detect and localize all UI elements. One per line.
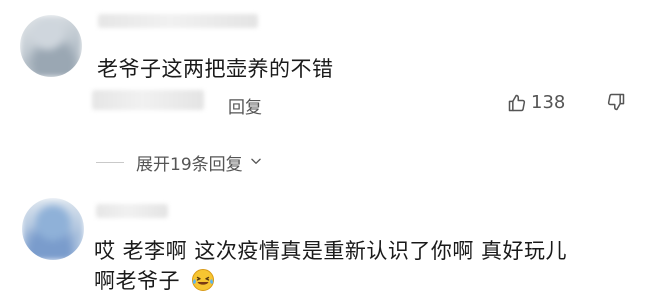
avatar[interactable] — [20, 15, 82, 77]
dislike-button[interactable] — [606, 92, 626, 112]
expand-replies-label: 展开19条回复 — [136, 155, 243, 175]
thumbs-down-icon — [606, 92, 626, 112]
like-count: 138 — [531, 92, 566, 113]
expand-replies-button[interactable]: 展开19条回复 — [96, 150, 263, 175]
reply-button[interactable]: 回复 — [228, 93, 262, 118]
laughing-crying-emoji-icon — [191, 268, 215, 296]
username-blurred — [98, 14, 258, 28]
like-button[interactable]: 138 — [507, 92, 565, 113]
thumbs-up-icon — [507, 93, 527, 113]
divider — [96, 162, 124, 163]
username-blurred — [96, 204, 168, 218]
avatar[interactable] — [22, 198, 84, 260]
comment-text-line: 哎 老李啊 这次疫情真是重新认识了你啊 真好玩儿 — [94, 239, 568, 263]
comment-text-fragment: 啊老爷子 — [94, 269, 180, 293]
meta-blurred — [92, 90, 204, 110]
comment-section: 老爷子这两把壶养的不错 回复 138 展开19条回复 哎 老李啊 这次疫情真是重… — [0, 0, 660, 296]
comment-text: 老爷子这两把壶养的不错 — [97, 57, 334, 81]
comment-text-line: 啊老爷子 — [94, 266, 215, 296]
chevron-down-icon — [249, 153, 263, 173]
